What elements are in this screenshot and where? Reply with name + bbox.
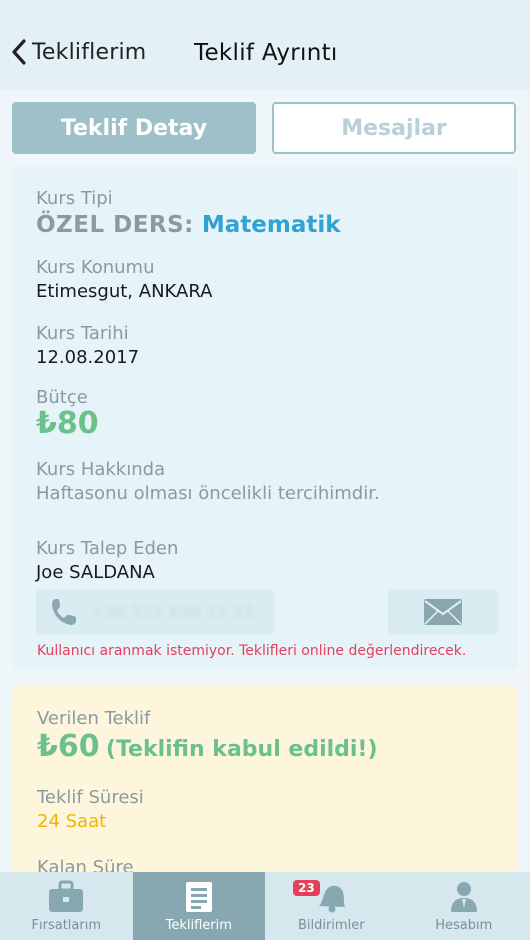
navigation-header: Tekliflerim Teklif Ayrıntı bbox=[0, 0, 530, 90]
offer-duration: 24 Saat bbox=[37, 811, 107, 832]
course-details-card: Kurs Tipi ÖZEL DERS: Matematik Kurs Konu… bbox=[12, 166, 518, 670]
course-subject: Matematik bbox=[201, 212, 341, 238]
tab-firsatlarim[interactable]: Fırsatlarım bbox=[0, 872, 133, 940]
person-icon bbox=[450, 882, 477, 912]
tab-mesajlar[interactable]: Mesajlar bbox=[272, 102, 516, 154]
page-title: Teklif Ayrıntı bbox=[194, 40, 338, 66]
course-type-label: Kurs Tipi bbox=[36, 188, 113, 209]
tab-label: Fırsatlarım bbox=[31, 918, 101, 933]
tab-label: Bildirimler bbox=[297, 918, 365, 933]
notification-badge: 23 bbox=[293, 880, 320, 896]
given-offer-amount: ₺60 bbox=[37, 729, 100, 764]
message-button[interactable] bbox=[388, 590, 498, 634]
briefcase-icon bbox=[49, 880, 84, 912]
tab-bildirimler[interactable]: 23 Bildirimler bbox=[265, 872, 398, 940]
tab-tekliflerim[interactable]: Tekliflerim bbox=[132, 872, 265, 940]
tab-teklif-detay[interactable]: Teklif Detay bbox=[12, 102, 256, 154]
budget-label: Bütçe bbox=[36, 387, 88, 408]
back-button[interactable]: Tekliflerim bbox=[10, 38, 146, 66]
given-offer: ₺60 (Teklifin kabul edildi!) bbox=[37, 729, 378, 764]
requester-label: Kurs Talep Eden bbox=[36, 538, 179, 559]
phone-number: +90 555 658 22 11 bbox=[92, 603, 256, 621]
phone-icon bbox=[52, 599, 76, 625]
envelope-icon bbox=[424, 599, 462, 625]
tab-label: Hesabım bbox=[435, 918, 493, 933]
tab-hesabim[interactable]: Hesabım bbox=[398, 872, 530, 940]
given-offer-label: Verilen Teklif bbox=[37, 708, 151, 729]
course-about: Haftasonu olması öncelikli tercihimdir. bbox=[36, 483, 380, 504]
document-icon bbox=[185, 882, 212, 912]
course-location-label: Kurs Konumu bbox=[36, 257, 155, 278]
course-about-label: Kurs Hakkında bbox=[36, 459, 166, 480]
call-button[interactable]: +90 555 658 22 11 bbox=[36, 590, 274, 634]
course-type-value: ÖZEL DERS: Matematik bbox=[36, 212, 341, 238]
budget-value: ₺80 bbox=[36, 406, 99, 441]
course-date: 12.08.2017 bbox=[36, 347, 140, 368]
course-date-label: Kurs Tarihi bbox=[36, 323, 129, 344]
tab-label: Tekliflerim bbox=[165, 918, 232, 933]
requester-name: Joe SALDANA bbox=[36, 562, 155, 583]
offer-duration-label: Teklif Süresi bbox=[37, 787, 144, 808]
chevron-left-icon bbox=[12, 39, 26, 65]
contact-warning: Kullanıcı aranmak istemiyor. Teklifleri … bbox=[37, 643, 467, 659]
given-offer-status: (Teklifin kabul edildi!) bbox=[105, 737, 378, 762]
segment-tabs: Teklif Detay Mesajlar bbox=[12, 102, 516, 154]
back-label: Tekliflerim bbox=[32, 39, 147, 65]
offer-card: Verilen Teklif ₺60 (Teklifin kabul edild… bbox=[12, 685, 518, 885]
course-type-main: ÖZEL DERS: bbox=[36, 212, 194, 238]
bottom-tab-bar: Fırsatlarım Tekliflerim 23 Bildirimler H… bbox=[0, 872, 530, 940]
course-location: Etimesgut, ANKARA bbox=[36, 281, 213, 302]
